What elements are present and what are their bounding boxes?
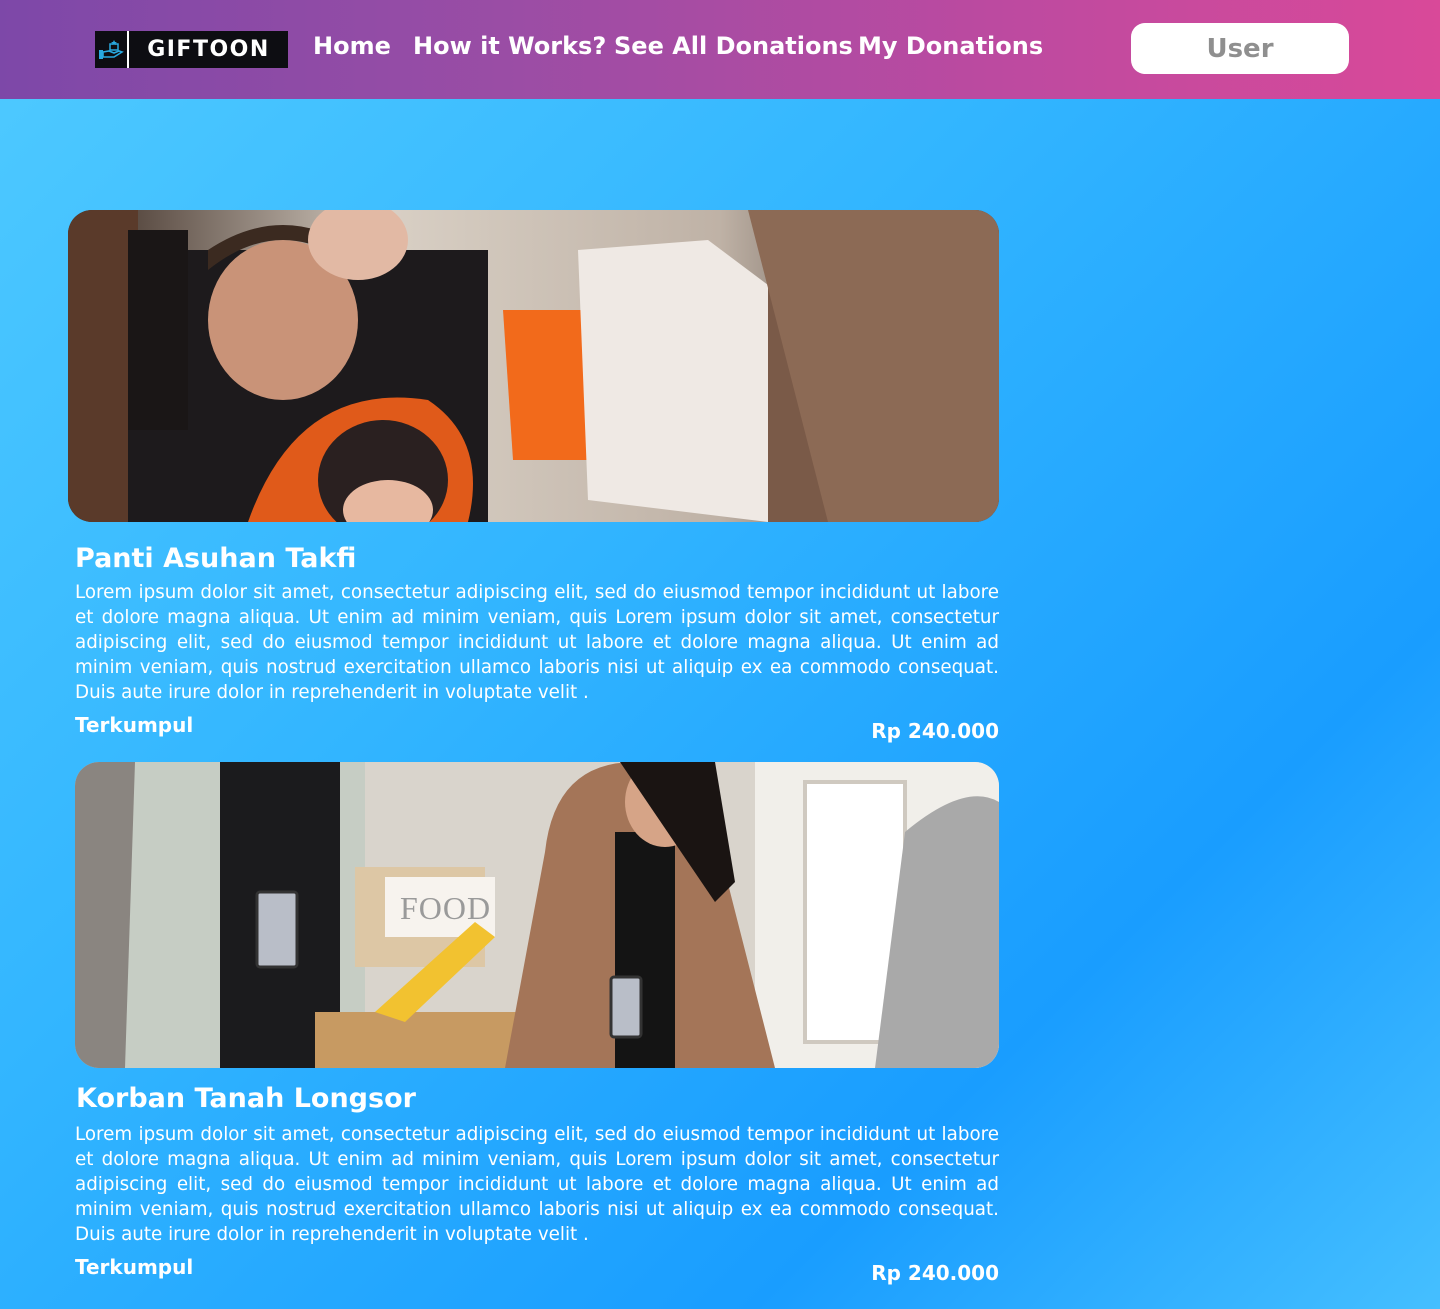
donation-title[interactable]: Korban Tanah Longsor [76, 1083, 416, 1114]
donation-hand-icon [95, 31, 129, 68]
nav-see-all-donations[interactable]: See All Donations [614, 32, 853, 60]
donation-title[interactable]: Panti Asuhan Takfi [75, 543, 356, 574]
collected-label: Terkumpul [75, 713, 194, 737]
nav-how-it-works[interactable]: How it Works? [413, 32, 606, 60]
logo-text: GIFTOON [147, 37, 270, 62]
collected-amount: Rp 240.000 [871, 1261, 999, 1285]
nav-home[interactable]: Home [313, 32, 391, 60]
top-navigation-bar: GIFTOON Home How it Works? See All Donat… [0, 0, 1440, 99]
donation-description: Lorem ipsum dolor sit amet, consectetur … [75, 582, 999, 703]
nav-my-donations[interactable]: My Donations [858, 32, 1043, 60]
image-sign-text: FOOD [400, 890, 492, 926]
donation-image-children[interactable] [68, 210, 999, 522]
donation-description: Lorem ipsum dolor sit amet, consectetur … [75, 1124, 999, 1245]
user-button[interactable]: User [1131, 23, 1349, 74]
collected-amount: Rp 240.000 [871, 719, 999, 743]
collected-label: Terkumpul [75, 1255, 194, 1279]
donation-image-volunteers[interactable]: FOOD [75, 762, 999, 1068]
giftoon-logo[interactable]: GIFTOON [95, 31, 288, 68]
